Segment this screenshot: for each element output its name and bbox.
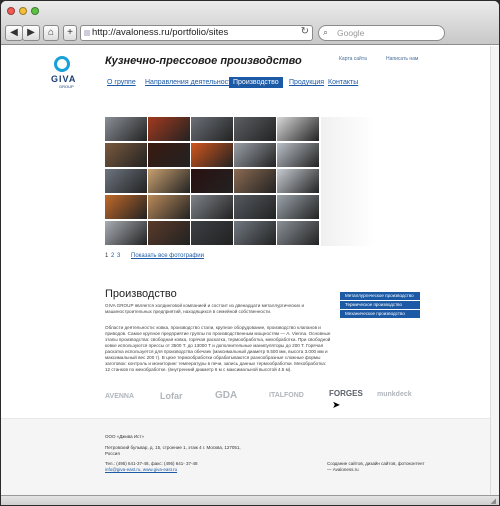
search-placeholder: Google	[337, 28, 365, 38]
address-bar[interactable]: http://avaloness.ru/portfolio/sites ↻	[80, 25, 313, 41]
gallery-thumbnail[interactable]	[105, 143, 147, 167]
gallery-thumbnail[interactable]	[148, 143, 190, 167]
gallery-thumbnail[interactable]	[234, 169, 276, 193]
gallery-thumbnail[interactable]	[148, 169, 190, 193]
zoom-window-button[interactable]	[31, 7, 39, 15]
sitemap-link[interactable]: Карта сайта	[339, 56, 367, 62]
resize-grip-icon[interactable]: ◢	[491, 497, 496, 505]
side-link-thermal[interactable]: Термическое производство	[340, 301, 420, 309]
back-button[interactable]: ◀	[5, 25, 23, 41]
nav-item-products[interactable]: Продукция	[289, 77, 324, 88]
side-links: Металлургическое производство Термическо…	[340, 292, 420, 319]
footer-email-link[interactable]: info@giva-east.ru, www.giva-east.ru	[105, 467, 245, 473]
plus-icon: +	[67, 27, 73, 38]
gallery-thumbnail[interactable]	[191, 117, 233, 141]
gallery-thumbnail[interactable]	[191, 169, 233, 193]
write-us-link[interactable]: Написать нам	[386, 56, 418, 62]
gallery-thumbnail[interactable]	[191, 143, 233, 167]
section-title: Производство	[105, 288, 177, 300]
page-2-link[interactable]: 2	[111, 253, 114, 259]
footer-address: Петровский бульвар, д. 15, строение 1, э…	[105, 445, 241, 456]
gallery-thumbnail[interactable]	[105, 195, 147, 219]
gallery-thumbnail[interactable]	[191, 195, 233, 219]
gallery-pager: 1 2 3	[105, 253, 121, 259]
home-icon: ⌂	[47, 27, 55, 38]
nav-item-production[interactable]: Производство	[229, 77, 283, 88]
add-bookmark-button[interactable]: +	[63, 25, 77, 41]
status-bar: ◢	[1, 495, 499, 505]
footer-company: ООО «Джива Ист»	[105, 434, 144, 439]
url-text[interactable]: http://avaloness.ru/portfolio/sites	[92, 27, 228, 38]
side-link-mechanical[interactable]: Механическое производство	[340, 310, 420, 318]
gallery-thumbnail[interactable]	[277, 117, 319, 141]
nav-item-activities[interactable]: Направления деятельности	[145, 77, 235, 88]
logo-text[interactable]: GIVA	[51, 74, 76, 84]
forward-icon: ▶	[27, 27, 35, 38]
partner-logo-lofar[interactable]: Lofar	[160, 391, 183, 417]
reload-icon[interactable]: ↻	[301, 26, 309, 37]
gallery-thumbnail[interactable]	[277, 169, 319, 193]
gallery-thumbnail[interactable]	[234, 195, 276, 219]
gallery-thumbnail[interactable]	[105, 169, 147, 193]
gallery-thumbnail[interactable]	[234, 221, 276, 245]
nav-item-contacts[interactable]: Контакты	[328, 77, 358, 88]
vertical-scrollbar[interactable]	[490, 46, 499, 495]
page-3-link[interactable]: 3	[117, 253, 120, 259]
partner-logo-italfond[interactable]: ITALFOND	[269, 392, 304, 418]
nav-item-about[interactable]: О группе	[107, 77, 136, 88]
gallery-thumbnail[interactable]	[105, 117, 147, 141]
gallery-thumbnail[interactable]	[191, 221, 233, 245]
giva-logo-icon[interactable]	[54, 56, 70, 72]
gallery-thumbnail[interactable]	[148, 117, 190, 141]
gallery-thumbnail[interactable]	[234, 117, 276, 141]
gallery-thumbnail[interactable]	[148, 195, 190, 219]
page-title: Кузнечно-прессовое производство	[105, 55, 302, 67]
gallery-thumbnail[interactable]	[277, 143, 319, 167]
close-window-button[interactable]	[7, 7, 15, 15]
page-1-link[interactable]: 1	[105, 253, 108, 259]
body-text: Области деятельности: ковка, производств…	[105, 325, 331, 372]
gallery-thumbnail[interactable]	[105, 221, 147, 245]
footer-credits[interactable]: Создание сайтов, дизайн сайтов, фотоконт…	[327, 461, 427, 473]
page-content: GIVA GROUP Кузнечно-прессовое производст…	[1, 46, 499, 495]
intro-text: GIVA GROUP является холдинговой компание…	[105, 303, 305, 314]
logo-subtitle: GROUP	[59, 84, 74, 89]
partner-logos: AVENNA Lofar GDA ITALFOND FORGES munkdec…	[105, 384, 412, 410]
gallery-thumbnail[interactable]	[277, 195, 319, 219]
gallery-fade	[321, 117, 375, 246]
browser-toolbar: ◀ ▶ ⌂ + http://avaloness.ru/portfolio/si…	[1, 1, 499, 45]
mouse-cursor-icon: ➤	[332, 400, 341, 411]
search-field[interactable]: ⌕ Google	[318, 25, 445, 41]
partner-logo-munkdeck[interactable]: munkdeck	[377, 391, 412, 417]
forward-button[interactable]: ▶	[22, 25, 40, 41]
favicon-icon	[84, 30, 90, 36]
partner-logo-avenna[interactable]: AVENNA	[105, 393, 134, 419]
browser-window: ◀ ▶ ⌂ + http://avaloness.ru/portfolio/si…	[1, 1, 499, 505]
photo-gallery	[105, 117, 320, 246]
footer-contacts: Тел.: (495) 641-37-48, факс: (495) 641- …	[105, 461, 245, 473]
footer: ООО «Джива Ист» Петровский бульвар, д. 1…	[1, 418, 490, 495]
partner-logo-gda[interactable]: GDA	[215, 390, 237, 416]
search-icon: ⌕	[323, 27, 329, 37]
gallery-thumbnail[interactable]	[234, 143, 276, 167]
show-all-photos-link[interactable]: Показать все фотографии	[131, 253, 204, 259]
minimize-window-button[interactable]	[19, 7, 27, 15]
home-button[interactable]: ⌂	[43, 25, 59, 41]
back-icon: ◀	[10, 27, 18, 38]
side-link-metallurgy[interactable]: Металлургическое производство	[340, 292, 420, 300]
gallery-thumbnail[interactable]	[148, 221, 190, 245]
gallery-thumbnail[interactable]	[277, 221, 319, 245]
